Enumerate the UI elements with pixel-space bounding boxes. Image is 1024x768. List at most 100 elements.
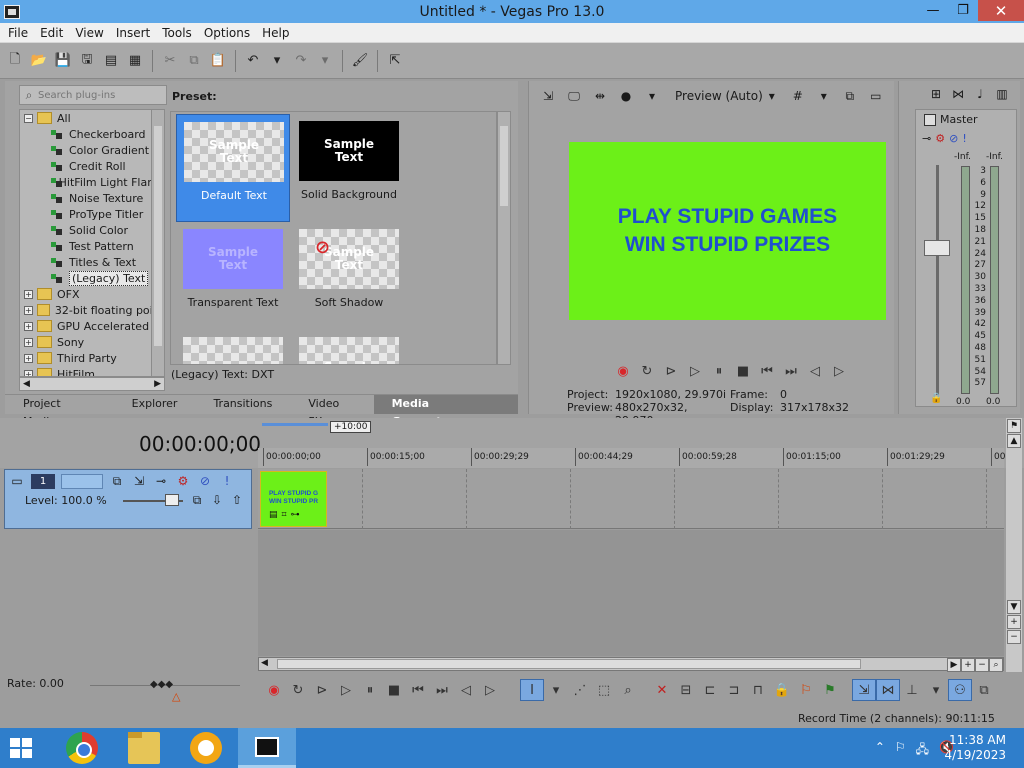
generated-media-icon[interactable]: ▤ (269, 510, 278, 520)
go-to-end-icon[interactable]: ⏭ (430, 679, 454, 701)
zoom-tool-icon[interactable]: ⌕ (616, 679, 640, 701)
track-motion-icon[interactable]: ⊸ (153, 473, 169, 489)
play-from-start-icon[interactable]: ⊳ (659, 361, 683, 381)
overlays-grid-icon[interactable]: # (787, 86, 809, 106)
expand-icon[interactable]: + (24, 305, 33, 315)
mute-icon[interactable]: ⊘ (949, 132, 958, 145)
open-folder-icon[interactable]: 📂 (28, 50, 50, 72)
preset-item[interactable]: Sample Text Solid Background (292, 114, 406, 222)
tree-item[interactable]: − All (20, 110, 164, 126)
redo-dropdown-icon[interactable]: ▾ (314, 50, 336, 72)
pause-icon[interactable]: ⏸ (358, 679, 382, 701)
overlays-dropdown-icon[interactable]: ▾ (813, 86, 835, 106)
mute-icon[interactable]: ⊘ (197, 473, 213, 489)
whats-this-help-icon[interactable]: ⇱ (384, 50, 406, 72)
insert-region-icon[interactable]: ⚑ (818, 679, 842, 701)
loop-region-bar[interactable] (262, 423, 328, 426)
zoom-out-icon[interactable]: − (975, 658, 989, 672)
tree-item[interactable]: Titles & Text (20, 254, 164, 270)
trim-icon[interactable]: ⊟ (674, 679, 698, 701)
video-track-lane[interactable]: PLAY STUPID G WIN STUPID PR ▤ ⌗ ⊶ (258, 469, 1004, 529)
meter-options-icon[interactable]: ▥ (993, 85, 1011, 103)
tree-item[interactable]: Test Pattern (20, 238, 164, 254)
zoom-out-icon[interactable]: − (1007, 630, 1021, 644)
timeline-empty-area[interactable] (258, 530, 1004, 656)
master-bus-icon[interactable] (924, 113, 936, 126)
track-name-field[interactable] (61, 473, 103, 489)
tree-item[interactable]: +32-bit floating point (20, 302, 164, 318)
tree-item[interactable]: + GPU Accelerated (20, 318, 164, 334)
scroll-right-icon[interactable]: ▶ (154, 379, 161, 389)
tree-item[interactable]: Noise Texture (20, 190, 164, 206)
scroll-up-icon[interactable]: ▲ (1007, 434, 1021, 448)
snapping-dropdown-icon[interactable]: ▾ (924, 679, 948, 701)
save-as-icon[interactable]: 🖫 (76, 50, 98, 72)
go-to-end-icon[interactable]: ⏭ (779, 361, 803, 381)
tree-item[interactable]: + Third Party (20, 350, 164, 366)
menu-tools[interactable]: Tools (156, 26, 198, 40)
automatic-crossfades-icon[interactable]: ⋈ (876, 679, 900, 701)
tree-vertical-scrollbar[interactable] (151, 109, 165, 377)
master-fader-handle[interactable] (924, 240, 950, 256)
minimize-button[interactable]: — (918, 0, 948, 21)
play-icon[interactable]: ▷ (683, 361, 707, 381)
video-track-header[interactable]: ▭ 1 ⧉ ⇲ ⊸ ⚙ ⊘ ! Level: 100.0 % ⧉ ⇩ ⇧ (4, 469, 252, 529)
tree-horizontal-scrollbar[interactable]: ◀ ▶ (19, 377, 165, 391)
tree-item[interactable]: Credit Roll (20, 158, 164, 174)
record-preview-icon[interactable]: ● (615, 86, 637, 106)
tab-video-fx[interactable]: Video FX (290, 395, 373, 428)
expand-icon[interactable]: + (24, 289, 33, 299)
master-fader-track[interactable] (936, 165, 939, 395)
next-frame-icon[interactable]: ▷ (478, 679, 502, 701)
collapse-icon[interactable]: − (24, 113, 33, 123)
tab-project-media[interactable]: Project Media (5, 395, 114, 428)
scroll-thumb[interactable] (277, 659, 861, 669)
new-icon[interactable]: 🗋 (4, 50, 26, 72)
solo-icon[interactable]: ! (962, 132, 966, 145)
insert-marker-icon[interactable]: ⚐ (794, 679, 818, 701)
zoom-tool-icon[interactable]: ⌕ (989, 658, 1003, 672)
stop-icon[interactable]: ■ (382, 679, 406, 701)
preset-item[interactable]: Sample Text Default Text (176, 114, 290, 222)
play-icon[interactable]: ▷ (334, 679, 358, 701)
mixer-properties-icon[interactable]: ⊞ (927, 85, 945, 103)
move-down-icon[interactable]: ⇩ (209, 492, 225, 508)
parent-motion-icon[interactable]: ⧉ (189, 492, 205, 508)
compositing-mode-icon[interactable]: ⧉ (109, 473, 125, 489)
properties-icon[interactable]: ▦ (124, 50, 146, 72)
bus-fx-gear-icon[interactable]: ⚙ (935, 132, 945, 145)
scroll-left-icon[interactable]: ◀ (23, 379, 30, 389)
envelope-tool-icon[interactable]: ⋰ (568, 679, 592, 701)
edit-tool-dropdown-icon[interactable]: ▾ (544, 679, 568, 701)
menu-edit[interactable]: Edit (34, 26, 69, 40)
go-to-start-icon[interactable]: ⏮ (406, 679, 430, 701)
expand-track-icon[interactable]: ▭ (9, 473, 25, 489)
network-icon[interactable]: 🖧 (916, 740, 929, 761)
menu-options[interactable]: Options (198, 26, 256, 40)
scroll-right-icon[interactable]: ▶ (947, 658, 961, 672)
tab-media-generators[interactable]: Media Generators (373, 395, 518, 428)
split-icon[interactable]: ⊓ (746, 679, 770, 701)
save-snapshot-icon[interactable]: ▭ (865, 86, 887, 106)
selection-tool-icon[interactable]: ⬚ (592, 679, 616, 701)
zoom-in-icon[interactable]: + (961, 658, 975, 672)
save-icon[interactable]: 💾 (52, 50, 74, 72)
previous-frame-icon[interactable]: ◁ (454, 679, 478, 701)
plugin-search-input[interactable] (38, 89, 162, 101)
preview-quality-dropdown[interactable]: Preview (Auto) ▾ (675, 89, 775, 103)
time-ruler[interactable]: 00:00:00;00 00:00:15;00 00:00:29;29 00:00:4… (258, 448, 1014, 468)
scroll-track[interactable] (1006, 449, 1022, 599)
record-icon[interactable]: ◉ (262, 679, 286, 701)
video-output-fx-icon[interactable]: ⇲ (537, 86, 559, 106)
dim-output-icon[interactable]: ♩ (971, 85, 989, 103)
menu-file[interactable]: File (2, 26, 34, 40)
tree-item[interactable]: Color Gradient (20, 142, 164, 158)
trim-start-icon[interactable]: ⊏ (698, 679, 722, 701)
copy-snapshot-icon[interactable]: ⧉ (839, 86, 861, 106)
expand-icon[interactable]: + (24, 321, 33, 331)
tree-item[interactable]: + HitFilm (20, 366, 164, 376)
solo-icon[interactable]: ! (219, 473, 235, 489)
tree-item[interactable]: + Sony (20, 334, 164, 350)
split-screen-icon[interactable]: ⇹ (589, 86, 611, 106)
lock-envelopes-icon[interactable]: ⧉ (972, 679, 996, 701)
